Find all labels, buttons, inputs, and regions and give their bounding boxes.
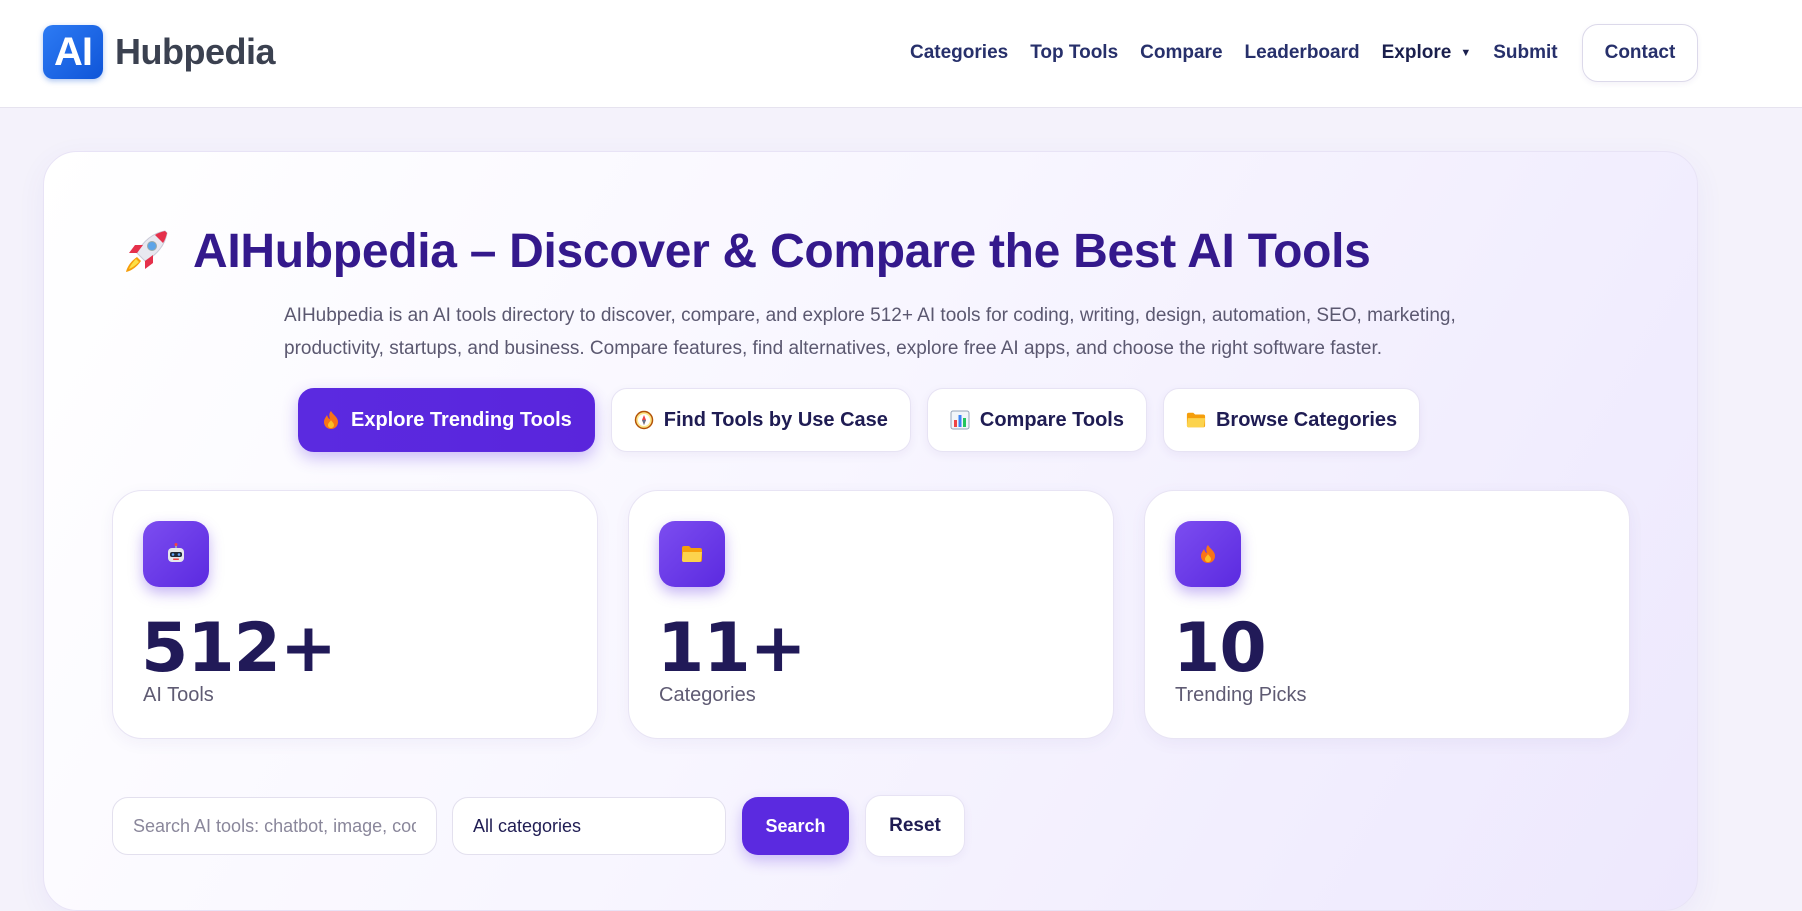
hero-description: AIHubpedia is an AI tools directory to d… <box>284 305 1456 359</box>
hero-heading: AIHubpedia – Discover & Compare the Best… <box>119 224 1371 279</box>
site-header: AI Hubpedia Categories Top Tools Compare… <box>0 0 1802 108</box>
cta-row: Explore Trending Tools Find Tools by Use… <box>298 388 1436 452</box>
browse-categories-button[interactable]: Browse Categories <box>1162 388 1421 452</box>
rocket-icon <box>126 229 168 272</box>
stat-value: 512+ <box>141 609 337 688</box>
nav-top-tools[interactable]: Top Tools <box>1030 42 1118 64</box>
nav-categories[interactable]: Categories <box>910 42 1008 64</box>
search-bar: All categories Search Reset <box>112 795 965 857</box>
nav-leaderboard[interactable]: Leaderboard <box>1245 42 1360 64</box>
folder-icon <box>1186 410 1206 430</box>
stat-value: 10 <box>1173 609 1267 688</box>
stat-card-tools: 512+ AI Tools <box>112 490 598 739</box>
bar-chart-icon <box>950 410 970 430</box>
nav-explore-label: Explore <box>1381 42 1452 63</box>
cta-label: Compare Tools <box>979 408 1124 431</box>
compass-icon <box>634 410 654 430</box>
stat-value: 11+ <box>657 609 807 688</box>
stat-card-trending: 10 Trending Picks <box>1144 490 1630 739</box>
nav-explore-dropdown[interactable]: Explore ▼ <box>1382 42 1472 64</box>
hero-card: AIHubpedia – Discover & Compare the Best… <box>43 151 1698 911</box>
stat-label: Trending Picks <box>1175 684 1307 706</box>
nav-compare[interactable]: Compare <box>1140 42 1222 64</box>
search-button[interactable]: Search <box>742 797 849 855</box>
category-select[interactable]: All categories <box>452 797 726 855</box>
logo-badge: AI <box>43 25 103 79</box>
cta-label: Browse Categories <box>1215 408 1398 431</box>
fire-icon <box>321 410 341 430</box>
cta-label: Find Tools by Use Case <box>663 408 888 431</box>
cta-label: Explore Trending Tools <box>351 408 572 431</box>
logo-text: Hubpedia <box>115 31 276 72</box>
site-logo[interactable]: AI Hubpedia <box>43 25 276 79</box>
folder-icon <box>659 521 725 587</box>
nav-submit[interactable]: Submit <box>1493 42 1557 64</box>
stat-label: Categories <box>659 684 756 706</box>
fire-icon <box>1175 521 1241 587</box>
caret-down-icon: ▼ <box>1460 47 1472 59</box>
reset-button[interactable]: Reset <box>865 795 965 857</box>
explore-trending-button[interactable]: Explore Trending Tools <box>298 388 595 452</box>
main-nav: Categories Top Tools Compare Leaderboard… <box>910 24 1699 82</box>
stat-card-categories: 11+ Categories <box>628 490 1114 739</box>
stat-label: AI Tools <box>143 684 214 706</box>
search-input[interactable] <box>112 797 437 855</box>
page-title: AIHubpedia – Discover & Compare the Best… <box>193 225 1371 278</box>
robot-icon <box>143 521 209 587</box>
contact-button[interactable]: Contact <box>1581 24 1699 82</box>
stats-row: 512+ AI Tools 11+ Categories 10 Trending… <box>112 490 1660 739</box>
find-by-use-case-button[interactable]: Find Tools by Use Case <box>610 388 911 452</box>
compare-tools-button[interactable]: Compare Tools <box>926 388 1147 452</box>
